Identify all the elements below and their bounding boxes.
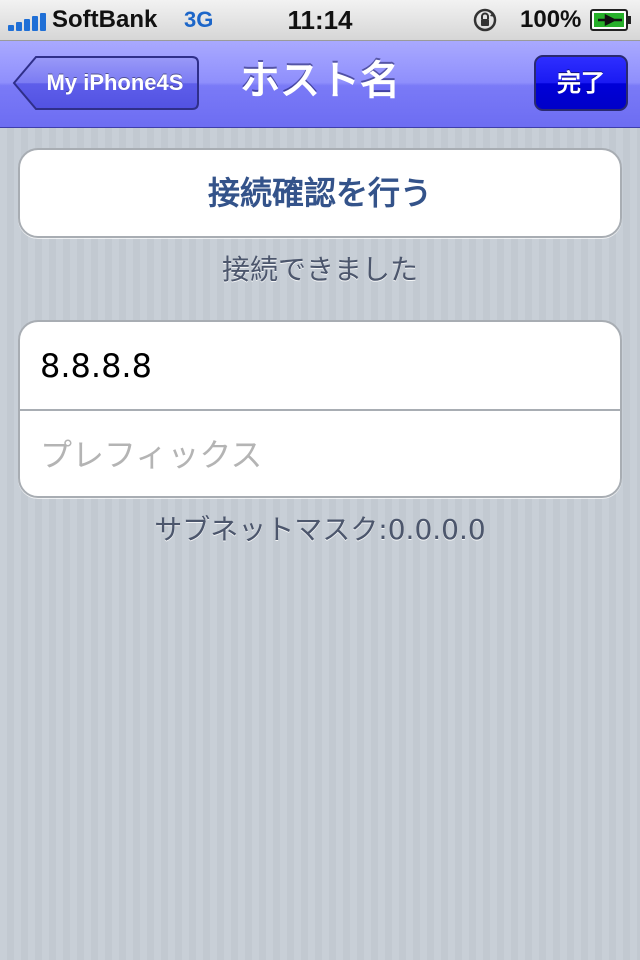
status-bar: SoftBank 3G 11:14 100%	[0, 0, 640, 41]
back-button[interactable]: My iPhone4S	[12, 55, 200, 111]
back-button-label: My iPhone4S	[46, 70, 184, 95]
main-content: 接続確認を行う 接続できました サブネットマスク:0.0.0.0	[0, 128, 640, 960]
battery-charging-icon	[590, 9, 631, 31]
host-address-field[interactable]	[20, 322, 620, 409]
done-button[interactable]: 完了	[534, 55, 628, 111]
connection-check-label: 接続確認を行う	[207, 174, 432, 212]
battery-percentage: 100%	[520, 6, 582, 33]
connection-check-button[interactable]: 接続確認を行う	[18, 148, 622, 238]
page-title: ホスト名	[240, 58, 400, 104]
rotation-lock-icon	[473, 8, 497, 32]
navigation-bar: My iPhone4S ホスト名 完了	[0, 41, 640, 128]
prefix-field[interactable]	[20, 411, 620, 496]
subnet-mask-label: サブネットマスク:0.0.0.0	[154, 513, 486, 546]
connection-status: 接続できました	[221, 253, 418, 286]
address-fields-group	[18, 320, 622, 498]
